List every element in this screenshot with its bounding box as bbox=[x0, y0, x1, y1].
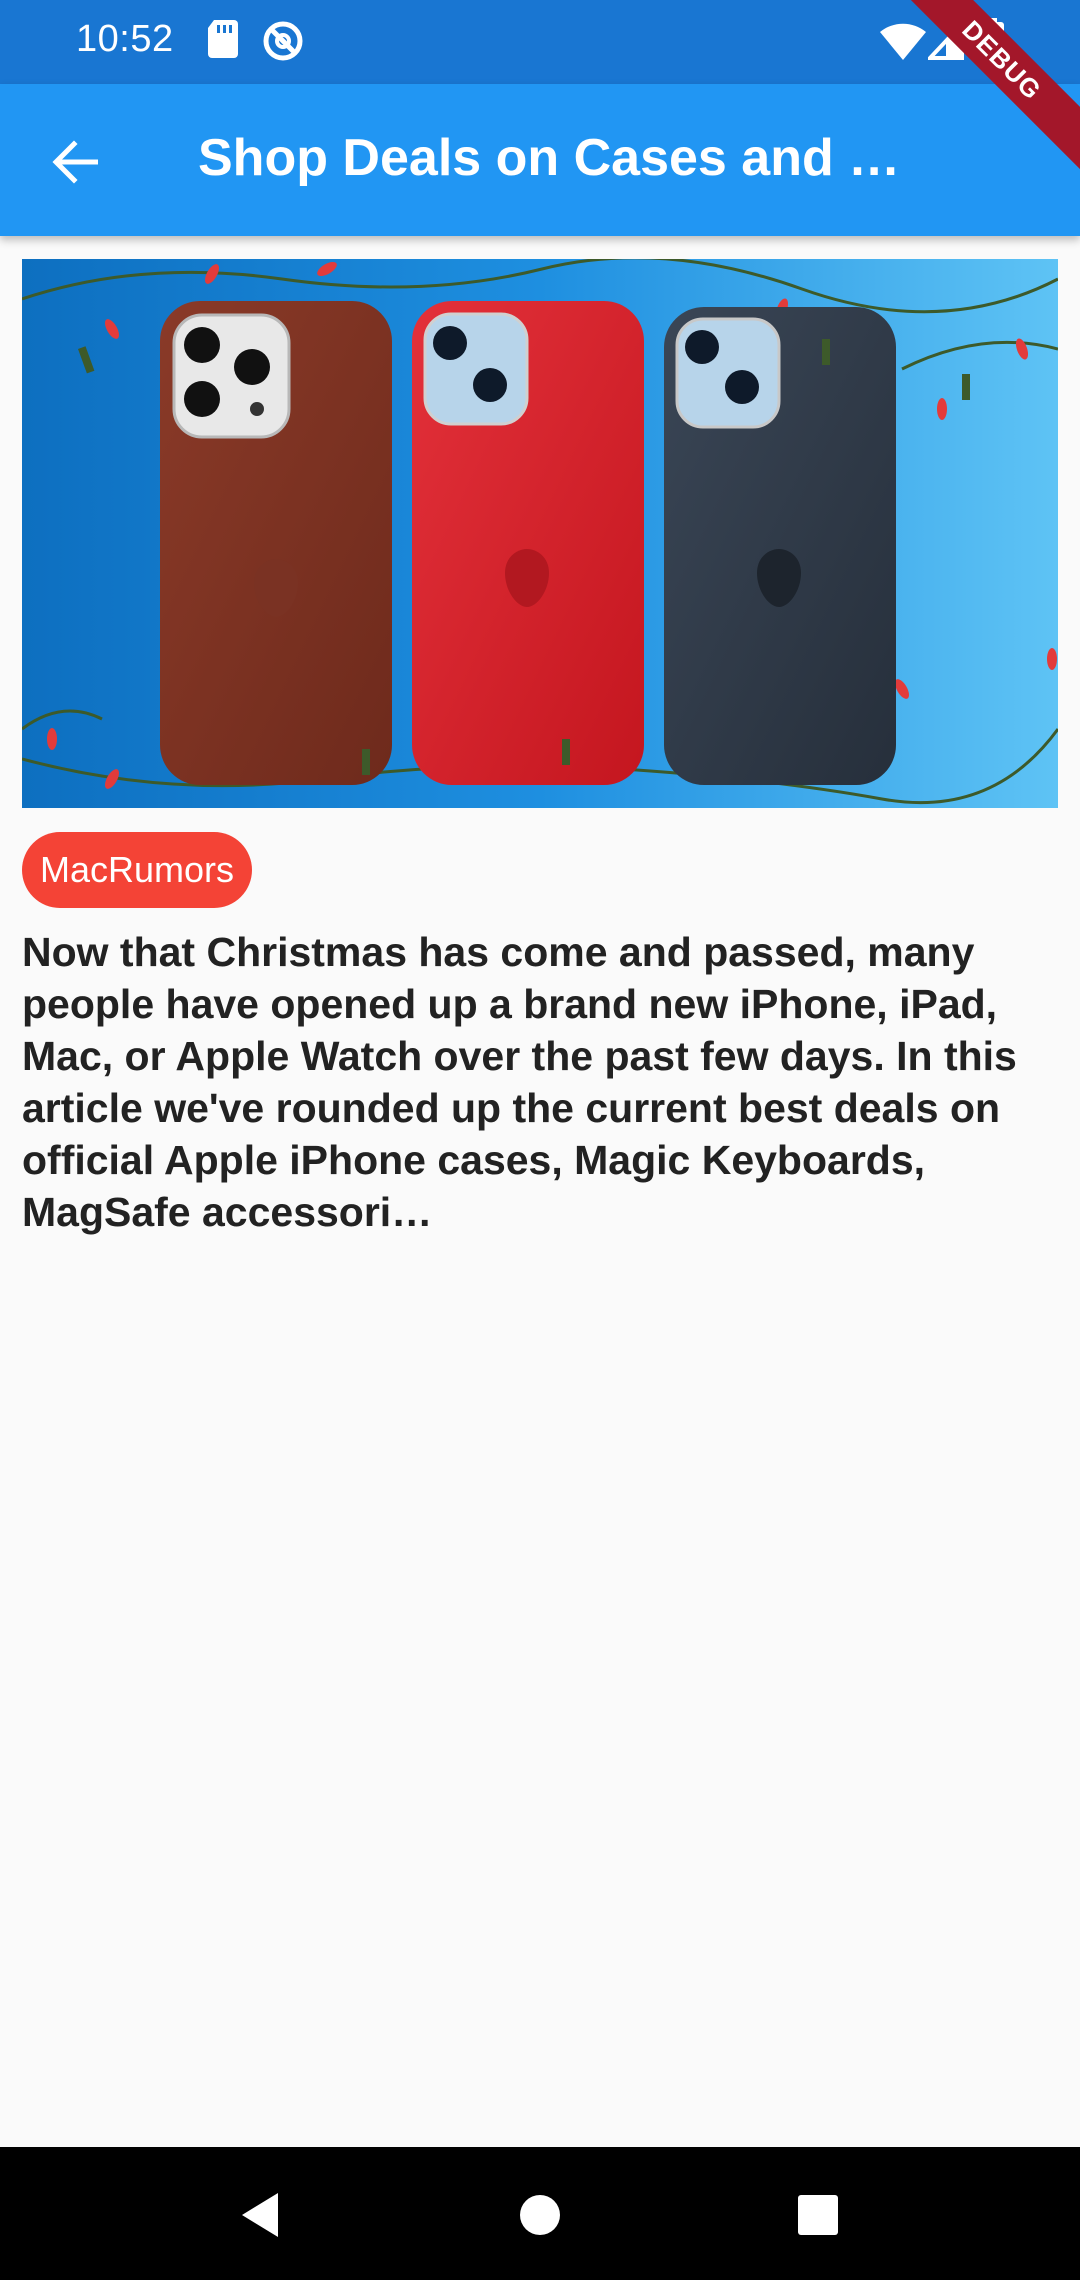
source-chip[interactable]: MacRumors bbox=[22, 832, 253, 908]
status-time: 10:52 bbox=[76, 18, 174, 60]
sd-card-icon bbox=[208, 20, 240, 63]
wifi-icon bbox=[880, 22, 926, 65]
app-bar: Shop Deals on Cases and … bbox=[0, 84, 1080, 236]
article-hero-image[interactable] bbox=[22, 259, 1058, 808]
nav-home-button[interactable] bbox=[500, 2177, 580, 2257]
arrow-back-icon bbox=[52, 139, 100, 189]
article-summary: Now that Christmas has come and passed, … bbox=[22, 929, 1017, 1235]
nav-recents-button[interactable] bbox=[778, 2177, 858, 2257]
back-button[interactable] bbox=[36, 124, 116, 204]
recents-nav-icon bbox=[798, 2194, 838, 2240]
home-nav-icon bbox=[518, 2193, 562, 2242]
vpn-icon bbox=[262, 20, 304, 67]
status-bar: 10:52 bbox=[0, 0, 1080, 84]
system-nav-bar bbox=[0, 2147, 1080, 2280]
back-nav-icon bbox=[238, 2191, 282, 2244]
nav-back-button[interactable] bbox=[220, 2177, 300, 2257]
page-title: Shop Deals on Cases and … bbox=[198, 129, 898, 187]
